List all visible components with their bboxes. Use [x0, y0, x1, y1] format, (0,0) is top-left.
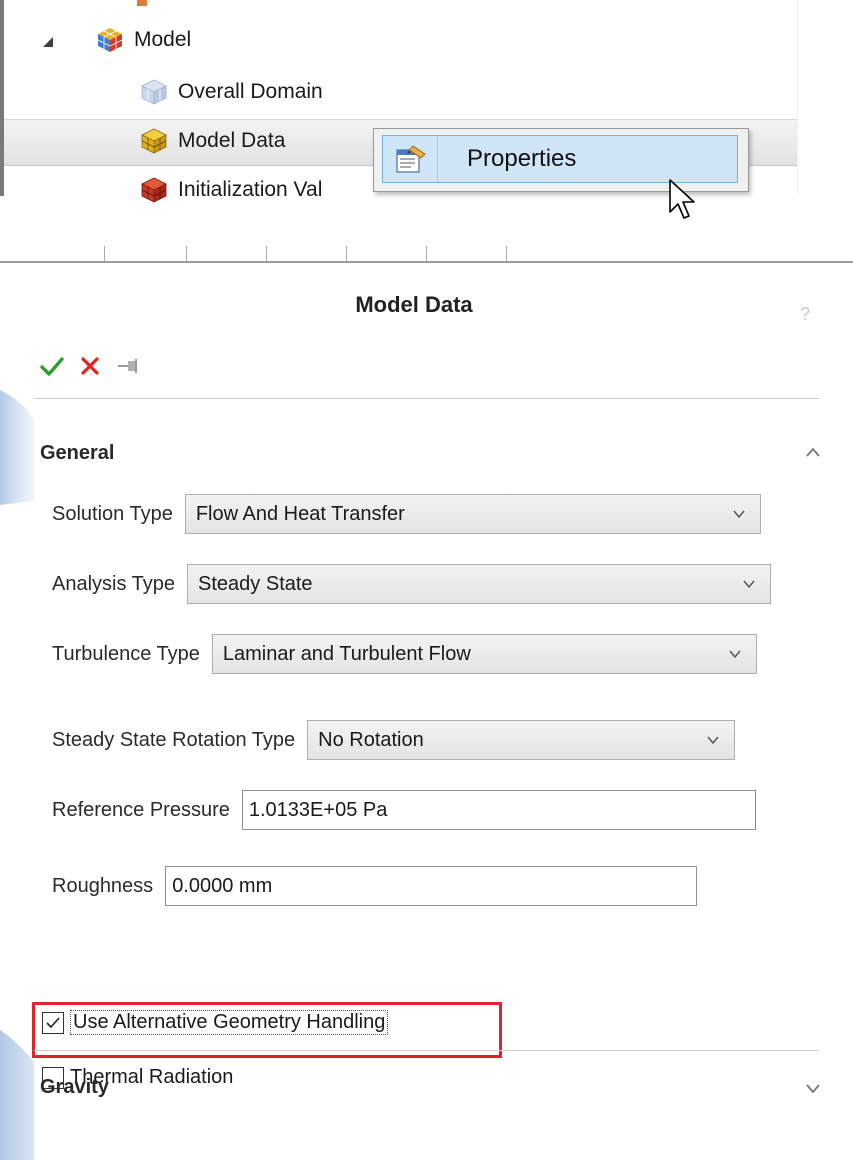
solution-type-label: Solution Type [52, 502, 173, 525]
tab-divider [346, 246, 347, 262]
chevron-down-icon [743, 580, 755, 589]
chevron-down-icon [729, 650, 741, 659]
chevron-down-icon[interactable] [804, 1082, 822, 1094]
cube-yellow-icon [141, 128, 167, 154]
tab-divider [266, 246, 267, 262]
chevron-down-icon [707, 736, 719, 745]
alt-geometry-label: Use Alternative Geometry Handling [70, 1010, 389, 1035]
menu-item-properties[interactable]: Properties [382, 135, 738, 183]
rotation-type-row: Steady State Rotation Type No Rotation [52, 720, 736, 760]
tree-divider [797, 0, 798, 196]
reference-pressure-row: Reference Pressure 1.0133E+05 Pa [52, 790, 756, 830]
tab-divider [186, 246, 187, 262]
pin-icon[interactable] [114, 352, 142, 380]
tab-baseline [0, 261, 853, 263]
chevron-down-icon [733, 510, 745, 519]
reference-pressure-label: Reference Pressure [52, 798, 230, 821]
turbulence-type-label: Turbulence Type [52, 642, 200, 665]
tree-item-label: Model [134, 28, 192, 51]
rotation-type-label: Steady State Rotation Type [52, 728, 296, 751]
solution-type-dropdown[interactable]: Flow And Heat Transfer [184, 494, 761, 534]
reference-pressure-input[interactable]: 1.0133E+05 Pa [241, 790, 756, 830]
x-icon[interactable] [76, 352, 104, 380]
properties-panel: Model Data ? General Solution Type Flow … [32, 266, 853, 1160]
rotation-type-dropdown[interactable]: No Rotation [307, 720, 736, 760]
tree-item-model[interactable]: Model [96, 26, 191, 54]
tree-border [0, 0, 4, 196]
menu-separator [437, 136, 438, 182]
analysis-type-label: Analysis Type [52, 572, 176, 595]
turbulence-type-row: Turbulence Type Laminar and Turbulent Fl… [52, 634, 757, 674]
collapse-triangle-icon[interactable] [42, 36, 54, 48]
chevron-up-icon[interactable] [804, 446, 822, 458]
tree-item-label: Overall Domain [178, 80, 323, 103]
tree-item-label: Model Data [178, 129, 286, 152]
tab-divider [104, 246, 105, 262]
tree-item-overall-domain[interactable]: Overall Domain [140, 78, 323, 106]
solution-type-value: Flow And Heat Transfer [195, 502, 405, 525]
cube-multicolor-icon [97, 28, 123, 52]
roughness-label: Roughness [52, 874, 154, 897]
tree-item-label: Initialization Val [178, 178, 323, 201]
alt-geometry-checkbox-row[interactable]: Use Alternative Geometry Handling [42, 1010, 389, 1035]
alt-geometry-checkbox[interactable] [42, 1011, 64, 1034]
cube-red-icon [141, 177, 167, 203]
analysis-type-dropdown[interactable]: Steady State [187, 564, 772, 604]
properties-icon [396, 145, 426, 173]
check-icon[interactable] [38, 352, 66, 380]
panel-tabs [0, 246, 853, 266]
section-gravity-header[interactable]: Gravity [40, 1076, 109, 1099]
analysis-type-row: Analysis Type Steady State [52, 564, 772, 604]
turbulence-type-dropdown[interactable]: Laminar and Turbulent Flow [211, 634, 757, 674]
mouse-cursor-icon [669, 179, 695, 219]
panel-title: Model Data [355, 292, 473, 317]
roughness-input[interactable]: 0.0000 mm [165, 866, 698, 906]
rotation-type-value: No Rotation [318, 728, 424, 751]
tree-item-model-data[interactable]: Model Data [140, 127, 285, 155]
menu-item-label: Properties [467, 145, 577, 172]
tab-divider [426, 246, 427, 262]
roughness-row: Roughness 0.0000 mm [52, 866, 698, 906]
analysis-type-value: Steady State [198, 572, 313, 595]
help-icon[interactable]: ? [800, 304, 810, 325]
turbulence-type-value: Laminar and Turbulent Flow [222, 642, 471, 665]
tree-item-partial-icon [137, 0, 147, 6]
tree-item-initialization-values[interactable]: Initialization Val [140, 176, 322, 204]
panel-divider [34, 1050, 819, 1051]
section-general-header[interactable]: General [40, 442, 114, 465]
cube-translucent-icon [141, 79, 167, 105]
solution-type-row: Solution Type Flow And Heat Transfer [52, 494, 761, 534]
panel-divider [34, 398, 819, 399]
checkmark-icon [46, 1016, 60, 1028]
tab-divider [506, 246, 507, 262]
